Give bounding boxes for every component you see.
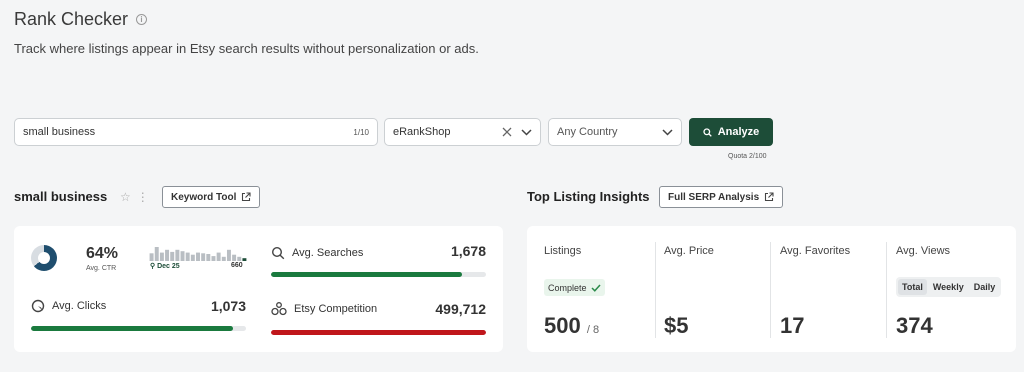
sparkline-bar xyxy=(221,256,226,261)
sparkline-bar xyxy=(159,252,164,261)
avg-clicks-value: 1,073 xyxy=(210,298,246,314)
avg-price-value: $5 xyxy=(664,313,689,338)
sparkline-bar xyxy=(154,247,159,261)
ctr-value: 64% xyxy=(86,245,119,262)
avg-searches-bar xyxy=(271,272,486,277)
sparkline-bar xyxy=(201,253,206,261)
shop-select-value: eRankShop xyxy=(393,126,451,138)
keyword-counter: 1/10 xyxy=(353,127,369,137)
search-icon: ⚲ xyxy=(150,263,156,270)
sparkline-bar xyxy=(242,258,247,261)
listings-sub: / 8 xyxy=(586,324,600,336)
quota-text: Quota 2/100 xyxy=(728,153,767,160)
country-select[interactable]: Any Country xyxy=(548,118,682,146)
clear-icon[interactable] xyxy=(502,127,512,137)
external-link-icon xyxy=(242,192,251,202)
avg-clicks-label: Avg. Clicks xyxy=(31,299,106,313)
avg-searches-bar-fill xyxy=(271,272,463,277)
tab-daily[interactable]: Daily xyxy=(970,279,1000,295)
sparkline-bar xyxy=(206,254,211,261)
etsy-competition-bar-fill xyxy=(271,330,486,335)
keyword-actions: ☆ ⋮ xyxy=(120,190,149,204)
insights-section-title: Top Listing Insights xyxy=(527,189,650,204)
keyword-tool-button[interactable]: Keyword Tool xyxy=(162,186,261,208)
tab-weekly[interactable]: Weekly xyxy=(929,279,968,295)
external-link-icon xyxy=(765,192,774,202)
full-serp-button[interactable]: Full SERP Analysis xyxy=(659,186,784,208)
sparkline-bar xyxy=(180,251,185,261)
divider xyxy=(886,242,887,338)
star-icon[interactable]: ☆ xyxy=(120,190,131,204)
listings-value: 500 / 8 xyxy=(544,313,600,338)
status-badge: Complete xyxy=(544,279,605,296)
page-title: Rank Checker xyxy=(14,9,129,29)
info-icon[interactable]: i xyxy=(136,14,148,25)
search-icon xyxy=(703,127,712,137)
analyze-button[interactable]: Analyze xyxy=(689,118,773,146)
analyze-label: Analyze xyxy=(717,126,760,138)
shop-select[interactable]: eRankShop xyxy=(384,118,541,146)
sparkline-bar xyxy=(185,252,190,261)
page-header: Rank Checker i xyxy=(14,9,148,30)
keyword-input-value: small business xyxy=(23,126,96,138)
ctr-donut xyxy=(31,245,57,271)
avg-searches-value: 1,678 xyxy=(450,243,486,259)
avg-clicks-bar-fill xyxy=(31,326,234,331)
avg-price-label: Avg. Price xyxy=(664,245,714,257)
sparkline-bar xyxy=(175,249,180,261)
search-icon xyxy=(271,246,285,260)
chevron-down-icon[interactable] xyxy=(521,128,532,136)
etsy-competition-value: 499,712 xyxy=(435,301,486,317)
divider xyxy=(770,242,771,338)
keyword-input[interactable]: small business 1/10 xyxy=(14,118,378,146)
keyword-tool-label: Keyword Tool xyxy=(171,191,237,203)
sparkline-date: ⚲ Dec 25 xyxy=(150,263,180,270)
etsy-competition-label: Etsy Competition xyxy=(271,302,377,316)
sparkline-bar xyxy=(237,256,242,261)
avg-searches-label: Avg. Searches xyxy=(271,246,363,260)
sparkline-value: 660 xyxy=(231,262,243,269)
sparkline-bar xyxy=(165,249,170,261)
sparkline-bar xyxy=(232,254,237,261)
more-options-icon[interactable]: ⋮ xyxy=(137,190,149,204)
country-select-value: Any Country xyxy=(557,126,618,138)
check-icon xyxy=(591,283,601,292)
sparkline-bar xyxy=(170,251,175,261)
chevron-down-icon[interactable] xyxy=(662,128,673,136)
tab-total[interactable]: Total xyxy=(898,279,927,295)
divider xyxy=(655,242,656,338)
sparkline-bar xyxy=(211,256,216,261)
avg-clicks-bar xyxy=(31,326,246,331)
sparkline-bar xyxy=(216,252,221,261)
full-serp-label: Full SERP Analysis xyxy=(668,191,760,203)
avg-views-label: Avg. Views xyxy=(896,245,951,257)
keyword-section-title: small business xyxy=(14,189,108,204)
competition-icon xyxy=(271,302,287,316)
search-trend-sparkline[interactable] xyxy=(149,246,247,261)
sparkline-bar xyxy=(149,253,154,261)
avg-favorites-label: Avg. Favorites xyxy=(780,245,851,257)
sparkline-bar xyxy=(190,254,195,261)
avg-favorites-value: 17 xyxy=(780,313,805,338)
etsy-competition-bar xyxy=(271,330,486,335)
click-icon xyxy=(31,299,45,313)
listings-label: Listings xyxy=(544,245,582,257)
sparkline-bar xyxy=(226,249,231,261)
avg-views-value: 374 xyxy=(896,313,933,338)
page-subtitle: Track where listings appear in Etsy sear… xyxy=(14,41,479,56)
sparkline-bar xyxy=(196,252,200,261)
views-period-toggle: Total Weekly Daily xyxy=(896,277,1002,297)
ctr-label: Avg. CTR xyxy=(86,265,117,272)
